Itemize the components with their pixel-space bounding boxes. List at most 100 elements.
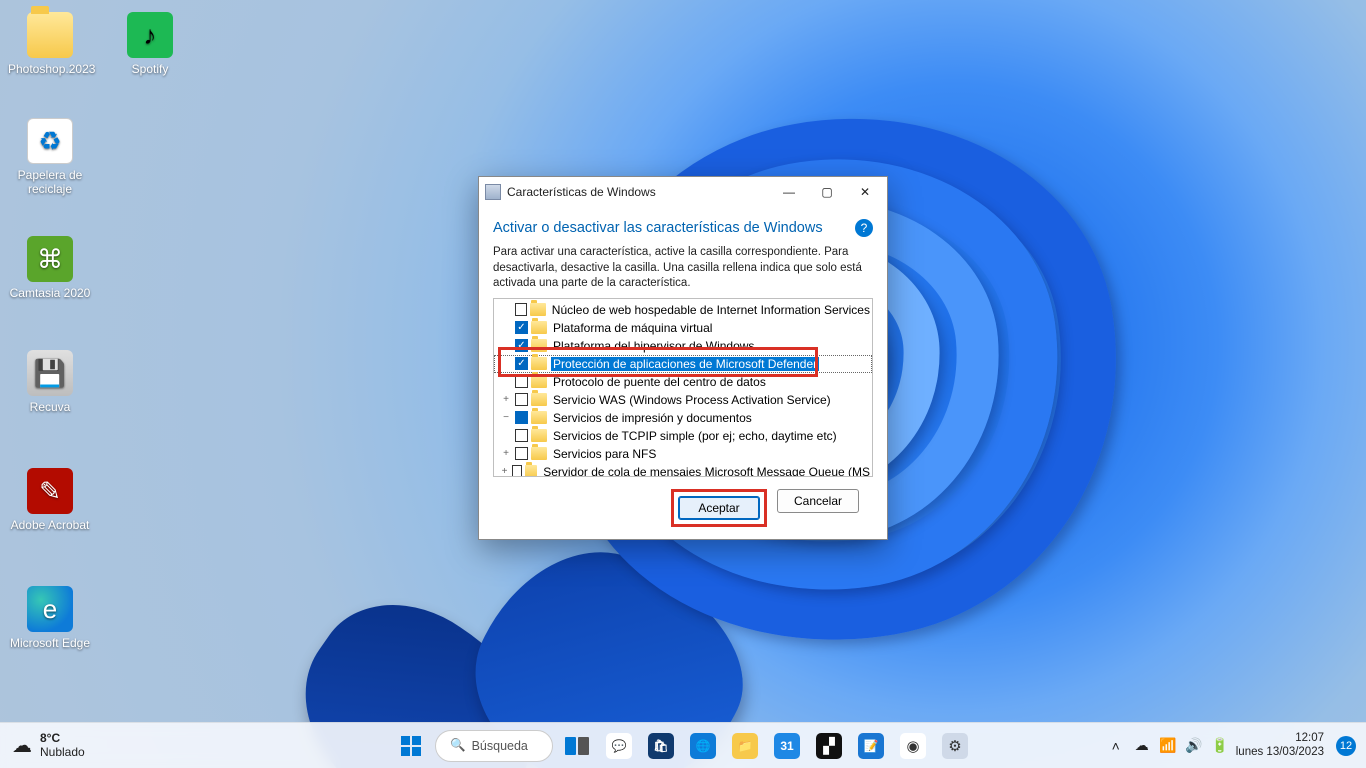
desktop-icon-edge[interactable]: e Microsoft Edge [8,586,92,650]
taskbar-center: 🔍 Búsqueda 💬 🛍 🌐 📁 31 ▞ 📝 ◉ ⚙ [393,728,973,764]
desktop-icon-recuva[interactable]: 💾 Recuva [8,350,92,414]
expander-icon[interactable]: − [500,412,512,423]
feature-row[interactable]: −Servicios de impresión y documentos [494,409,872,427]
folder-icon [531,393,547,406]
feature-checkbox[interactable] [515,375,528,388]
taskbar-app-store[interactable]: 🛍 [643,728,679,764]
expander-icon[interactable]: + [500,448,512,459]
feature-checkbox[interactable]: ✓ [515,339,528,352]
desktop-icon-acrobat[interactable]: ✎ Adobe Acrobat [8,468,92,532]
feature-label: Plataforma del hipervisor de Windows [551,339,756,353]
desktop-icon-photoshop-folder[interactable]: Photoshop.2023 [8,12,92,76]
folder-icon [531,375,547,388]
edge-icon: e [27,586,73,632]
chat-icon: 💬 [606,733,632,759]
taskbar-app-features[interactable]: ⚙ [937,728,973,764]
feature-label: Núcleo de web hospedable de Internet Inf… [550,303,872,317]
close-button[interactable]: ✕ [843,177,887,207]
search-placeholder: Búsqueda [472,739,528,753]
wifi-icon[interactable]: 📶 [1158,737,1178,754]
feature-checkbox[interactable] [515,447,528,460]
taskbar-app-edge[interactable]: 🌐 [685,728,721,764]
feature-checkbox[interactable]: ✓ [515,357,528,370]
feature-row[interactable]: ✓ Plataforma del hipervisor de Windows [494,337,872,355]
feature-label: Protección de aplicaciones de Microsoft … [551,357,819,371]
feature-label: Protocolo de puente del centro de datos [551,375,768,389]
desktop-icon-label: Recuva [8,400,92,414]
feature-row[interactable]: Protocolo de puente del centro de datos [494,373,872,391]
feature-checkbox[interactable]: ✓ [515,321,528,334]
dialog-titlebar[interactable]: Características de Windows ― ▢ ✕ [479,177,887,207]
clock-time: 12:07 [1295,732,1324,745]
taskbar-app-notes[interactable]: 📝 [853,728,889,764]
dialog-heading: Activar o desactivar las características… [493,219,873,237]
expander-icon[interactable]: + [500,466,509,477]
feature-row[interactable]: ✓ Plataforma de máquina virtual [494,319,872,337]
taskbar-app-explorer[interactable]: 📁 [727,728,763,764]
taskbar-app-calendar[interactable]: 31 [769,728,805,764]
weather-widget[interactable]: ☁ 8°C Nublado [0,732,97,758]
dialog-description: Para activar una característica, active … [493,245,873,292]
feature-checkbox[interactable] [515,393,528,406]
feature-row[interactable]: + Servicio WAS (Windows Process Activatio… [494,391,872,409]
feature-row[interactable]: + Servidor de cola de mensajes Microsoft … [494,463,872,477]
features-icon: ⚙ [942,733,968,759]
taskbar-app-app1[interactable]: ▞ [811,728,847,764]
taskbar-search[interactable]: 🔍 Búsqueda [435,730,553,762]
folder-icon [531,447,547,460]
system-tray: ˄ ☁ 📶 🔊 🔋 12:07 lunes 13/03/2023 12 [1096,732,1366,758]
feature-label: Servicio WAS (Windows Process Activation… [551,393,833,407]
feature-row[interactable]: Núcleo de web hospedable de Internet Inf… [494,301,872,319]
feature-label: Servidor de cola de mensajes Microsoft M… [541,465,872,477]
onedrive-icon[interactable]: ☁ [1132,737,1152,754]
weather-temp: 8°C [40,732,85,745]
taskbar-app-chrome[interactable]: ◉ [895,728,931,764]
desktop-icon-label: Spotify [108,62,192,76]
acrobat-icon: ✎ [27,468,73,514]
folder-icon [27,12,73,58]
clock-date: lunes 13/03/2023 [1236,746,1324,759]
expander-icon[interactable]: + [500,394,512,405]
desktop-icon-label: Photoshop.2023 [8,62,92,76]
folder-icon [525,465,537,477]
weather-desc: Nublado [40,746,85,759]
taskbar-clock[interactable]: 12:07 lunes 13/03/2023 [1236,732,1324,758]
recycle-bin-icon: ♻ [27,118,73,164]
feature-label: Plataforma de máquina virtual [551,321,714,335]
features-tree[interactable]: Núcleo de web hospedable de Internet Inf… [493,298,873,477]
windows-logo-icon [401,736,421,756]
weather-icon: ☁ [12,733,32,758]
feature-checkbox[interactable] [515,429,528,442]
feature-row[interactable]: Servicios de TCPIP simple (por ej; echo,… [494,427,872,445]
accept-button[interactable]: Aceptar [678,496,760,520]
desktop-icon-spotify[interactable]: ♪ Spotify [108,12,192,76]
edge-icon: 🌐 [690,733,716,759]
feature-label: Servicios para NFS [551,447,658,461]
notifications-button[interactable]: 12 [1336,736,1356,756]
windows-features-dialog: Características de Windows ― ▢ ✕ Activar… [478,176,888,540]
help-button[interactable]: ? [855,219,873,237]
battery-icon[interactable]: 🔋 [1210,737,1230,754]
tray-overflow-button[interactable]: ˄ [1106,738,1126,754]
start-button[interactable] [393,728,429,764]
explorer-icon: 📁 [732,733,758,759]
feature-checkbox[interactable] [515,411,528,424]
app1-icon: ▞ [816,733,842,759]
desktop-icon-label: Camtasia 2020 [8,286,92,300]
highlight-annotation: Aceptar [671,489,767,527]
task-view-button[interactable] [559,728,595,764]
chrome-icon: ◉ [900,733,926,759]
taskbar-app-chat[interactable]: 💬 [601,728,637,764]
feature-checkbox[interactable] [515,303,528,316]
folder-icon [531,339,547,352]
folder-icon [531,411,547,424]
feature-row[interactable]: ✓ Protección de aplicaciones de Microsoft… [494,355,872,373]
folder-icon [531,321,547,334]
feature-row[interactable]: + Servicios para NFS [494,445,872,463]
volume-icon[interactable]: 🔊 [1184,737,1204,754]
cancel-button[interactable]: Cancelar [777,489,859,513]
feature-checkbox[interactable] [512,465,522,477]
desktop-icon-camtasia[interactable]: ⌘ Camtasia 2020 [8,236,92,300]
folder-icon [531,429,547,442]
desktop-icon-recycle-bin[interactable]: ♻ Papelera de reciclaje [8,118,92,196]
